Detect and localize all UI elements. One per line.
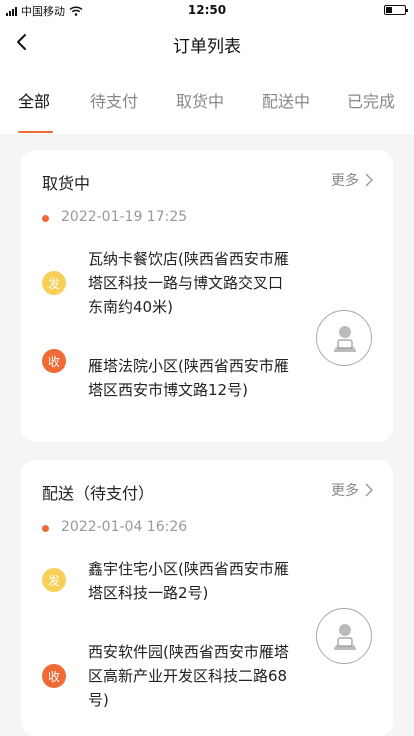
receive-address: 西安软件园(陕西省西安市雁塔区高新产业开发区科技二路68号): [88, 643, 289, 709]
courier-avatar-button[interactable]: [316, 310, 372, 366]
chevron-left-icon: [17, 34, 26, 50]
status-dot: [42, 525, 49, 532]
tab-pending-payment[interactable]: 待支付: [90, 88, 138, 112]
order-time: 2022-01-19 17:25: [61, 209, 188, 225]
receive-address: 雁塔法院小区(陕西省西安市雁塔区西安市博文路12号): [88, 357, 289, 399]
more-label: 更多: [331, 483, 359, 499]
order-card[interactable]: 配送（待支付） 更多 2022-01-04 16:26 发 鑫宇住宅小区(陕西省…: [21, 460, 393, 736]
courier-icon: [334, 326, 356, 352]
status-dot: [42, 215, 49, 222]
send-badge: 发: [42, 271, 66, 295]
courier-icon: [334, 624, 356, 650]
tab-delivering[interactable]: 配送中: [262, 88, 310, 112]
send-address: 瓦纳卡餐饮店(陕西省西安市雁塔区科技一路与博文路交叉口东南约40米): [88, 250, 289, 316]
tab-picking-up[interactable]: 取货中: [176, 88, 224, 112]
back-button[interactable]: [8, 26, 40, 58]
order-status: 配送（待支付）: [42, 484, 155, 503]
chevron-right-icon: [365, 483, 373, 497]
more-button[interactable]: 更多: [331, 480, 373, 500]
chevron-right-icon: [365, 173, 373, 187]
page-title: 订单列表: [173, 37, 241, 57]
courier-avatar-button[interactable]: [316, 608, 372, 664]
tab-completed[interactable]: 已完成: [347, 88, 395, 112]
nav-bar: 订单列表: [0, 20, 414, 64]
tab-bar: 全部 待支付 取货中 配送中 已完成: [0, 64, 414, 134]
order-status: 取货中: [42, 174, 91, 193]
receive-badge: 收: [42, 664, 66, 688]
more-label: 更多: [331, 173, 359, 189]
order-card[interactable]: 取货中 更多 2022-01-19 17:25 发 瓦纳卡餐饮店(陕西省西安市雁…: [21, 150, 393, 442]
receive-badge: 收: [42, 349, 66, 373]
order-time: 2022-01-04 16:26: [61, 519, 188, 535]
tab-all[interactable]: 全部: [18, 88, 50, 112]
more-button[interactable]: 更多: [331, 170, 373, 190]
status-time: 12:50: [187, 3, 227, 17]
send-badge: 发: [42, 568, 66, 592]
send-address: 鑫宇住宅小区(陕西省西安市雁塔区科技一路2号): [88, 560, 289, 602]
battery-icon: [384, 5, 408, 15]
status-bar: 中国移动 12:50: [0, 0, 414, 20]
tab-indicator: [18, 131, 53, 133]
